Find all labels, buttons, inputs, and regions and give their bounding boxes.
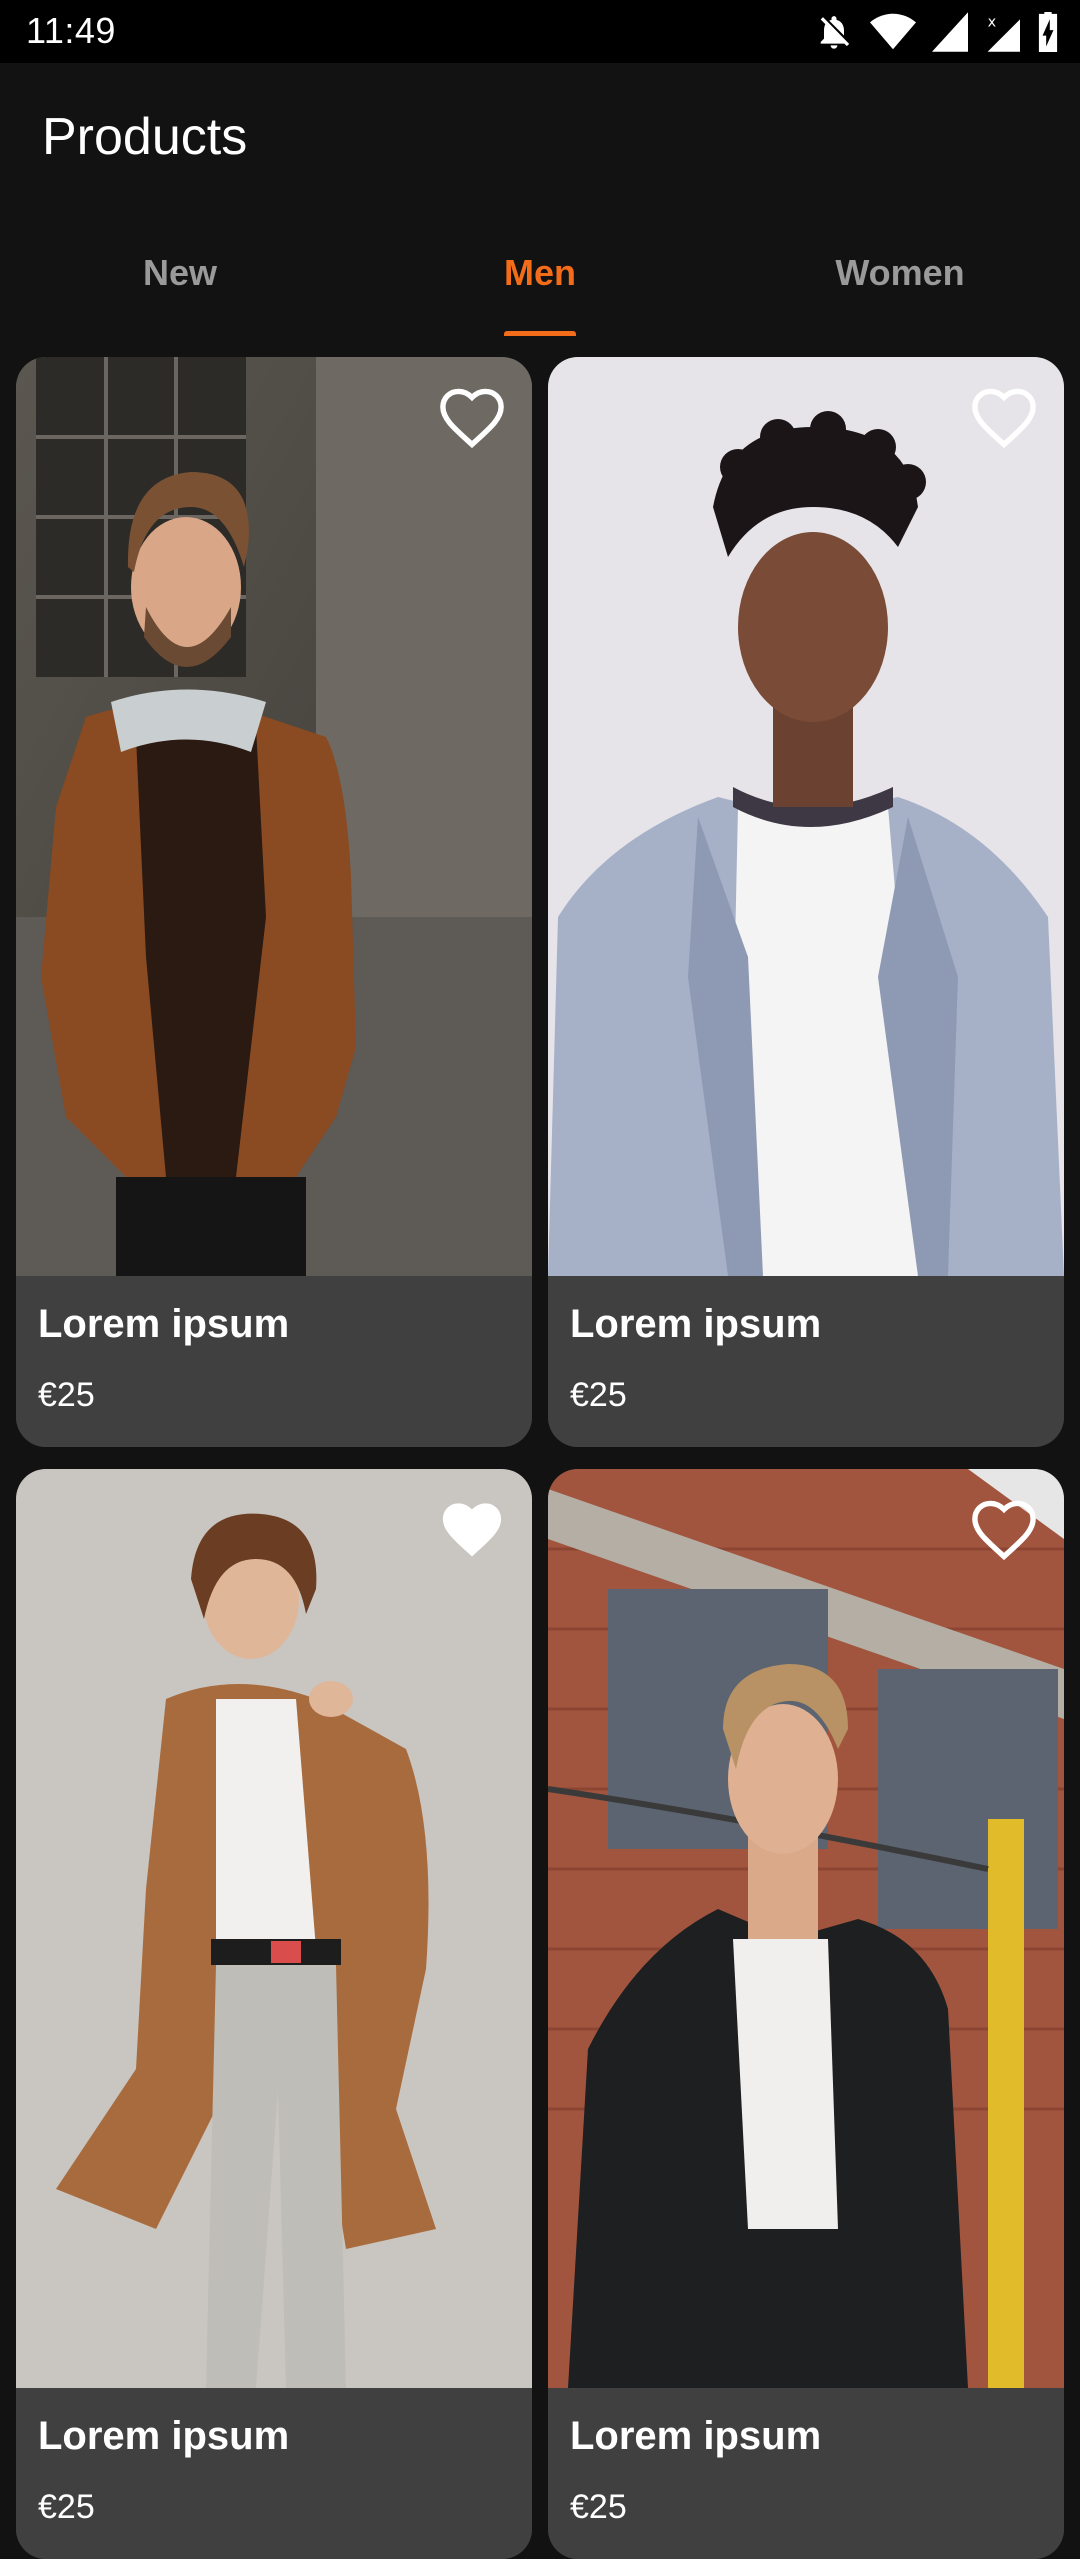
tab-women[interactable]: Women [720, 220, 1080, 336]
battery-charging-icon [1036, 12, 1060, 52]
svg-text:x: x [988, 15, 997, 31]
product-card[interactable]: Lorem ipsum €25 [16, 1469, 532, 2559]
product-info: Lorem ipsum €25 [16, 1276, 532, 1447]
heart-outline-icon [972, 1500, 1036, 1561]
notifications-off-icon [814, 12, 854, 52]
product-card[interactable]: Lorem ipsum €25 [548, 1469, 1064, 2559]
product-grid: Lorem ipsum €25 Lorem ipsum €25 Lorem ip… [16, 357, 1064, 2559]
product-price: €25 [570, 1376, 627, 1414]
favorite-button[interactable] [436, 1495, 508, 1561]
product-photo [16, 357, 532, 1276]
product-photo [548, 357, 1064, 1276]
product-photo [548, 1469, 1064, 2388]
tab-new[interactable]: New [0, 220, 360, 336]
product-card[interactable]: Lorem ipsum €25 [548, 357, 1064, 1447]
product-card[interactable]: Lorem ipsum €25 [16, 357, 532, 1447]
heart-outline-icon [440, 388, 504, 449]
tab-active-indicator [504, 331, 576, 336]
signal-icon [932, 12, 968, 52]
product-price: €25 [38, 1376, 95, 1414]
heart-filled-icon [442, 1503, 502, 1557]
product-price: €25 [570, 2488, 627, 2526]
product-info: Lorem ipsum €25 [548, 1276, 1064, 1447]
signal-no-data-icon: x [984, 12, 1020, 52]
wifi-icon [870, 12, 916, 52]
status-bar: 11:49 x [0, 0, 1080, 63]
category-tabs: New Men Women [0, 220, 1080, 336]
product-name: Lorem ipsum [570, 1302, 822, 1346]
favorite-button[interactable] [436, 383, 508, 449]
status-icons: x [814, 10, 1060, 54]
tab-women-label: Women [835, 252, 965, 293]
favorite-button[interactable] [968, 1495, 1040, 1561]
product-info: Lorem ipsum €25 [548, 2388, 1064, 2559]
page-title: Products [42, 108, 248, 166]
heart-outline-icon [972, 388, 1036, 449]
product-name: Lorem ipsum [570, 2414, 822, 2458]
product-name: Lorem ipsum [38, 1302, 290, 1346]
favorite-button[interactable] [968, 383, 1040, 449]
product-price: €25 [38, 2488, 95, 2526]
tab-men-label: Men [504, 252, 576, 293]
product-info: Lorem ipsum €25 [16, 2388, 532, 2559]
product-name: Lorem ipsum [38, 2414, 290, 2458]
tab-men[interactable]: Men [360, 220, 720, 336]
product-photo [16, 1469, 532, 2388]
app-header: Products [0, 63, 1080, 213]
status-time: 11:49 [26, 10, 116, 51]
tab-new-label: New [142, 252, 218, 293]
